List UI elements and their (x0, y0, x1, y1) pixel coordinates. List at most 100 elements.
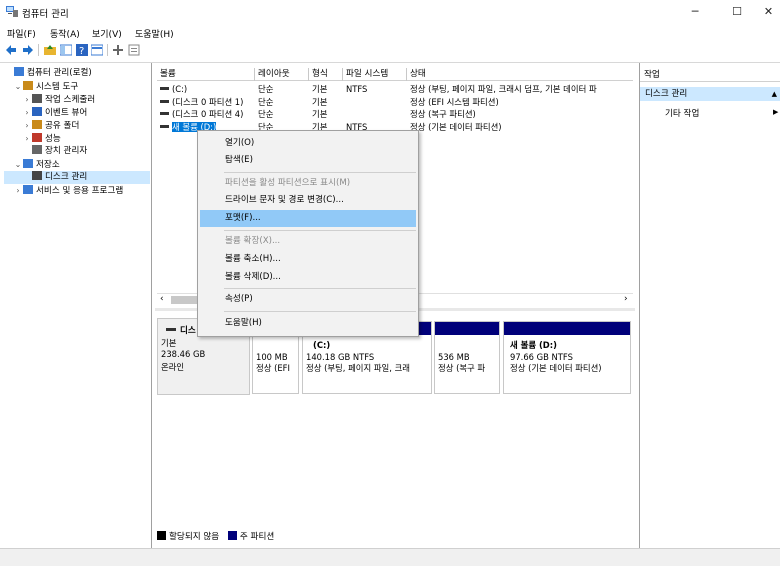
expand-chevron-icon[interactable]: › (22, 106, 32, 119)
column-header-volume[interactable]: 볼륨 (157, 68, 255, 81)
context-separator (224, 172, 416, 173)
volume-cell-layout: 단순 (258, 96, 274, 107)
partition-status: 정상 (EFI (256, 363, 290, 373)
primary-partition-bar (435, 322, 499, 335)
volume-cell-type: 기본 (312, 109, 328, 119)
tree-item-services-applications[interactable]: › 서비스 및 응용 프로그램 (4, 184, 150, 197)
tree-item-label: 컴퓨터 관리(로컬) (27, 68, 92, 78)
partition-status: 정상 (기본 데이터 파티션) (510, 363, 602, 373)
legend-unallocated: 할당되지 않음 (169, 532, 220, 542)
close-button[interactable]: ✕ (757, 0, 780, 24)
volume-cell-layout: 단순 (258, 84, 274, 94)
context-explore[interactable]: 탐색(E) (200, 152, 416, 169)
scroll-right-icon[interactable]: › (624, 294, 628, 304)
actions-more-actions[interactable]: 기타 작업 (665, 107, 699, 119)
disk-type: 기본 (161, 338, 177, 348)
column-header-file-system[interactable]: 파일 시스템 (343, 68, 407, 81)
task-scheduler-icon (32, 94, 42, 103)
computer-management-icon (14, 67, 24, 76)
context-change-drive-letter[interactable]: 드라이브 문자 및 경로 변경(C)... (200, 192, 416, 209)
expand-chevron-icon[interactable]: › (13, 184, 23, 197)
context-format[interactable]: 포맷(F)... (200, 210, 416, 227)
up-folder-icon[interactable] (44, 44, 56, 56)
expand-chevron-icon[interactable]: › (22, 93, 32, 106)
volume-context-menu: 열기(O) 탐색(E) 파티션을 활성 파티션으로 표시(M) 드라이브 문자 … (197, 130, 419, 337)
collapse-arrow-icon[interactable]: ▲ (772, 87, 777, 101)
volume-icon (160, 124, 169, 128)
volume-row[interactable]: (디스크 0 파티션 4) 단순 기본 정상 (복구 파티션) (157, 108, 633, 120)
collapse-chevron-icon[interactable]: ⌄ (13, 158, 23, 171)
expand-chevron-icon[interactable]: › (22, 119, 32, 132)
tree-item-label: 디스크 관리 (45, 172, 88, 182)
tree-item-label: 시스템 도구 (36, 82, 79, 92)
tree-item-device-manager[interactable]: 장치 관리자 (4, 145, 150, 158)
forward-arrow-icon[interactable] (22, 44, 34, 56)
partition-recovery[interactable]: 536 MB 정상 (복구 파 (434, 321, 500, 394)
menu-action[interactable]: 동작(A) (50, 27, 80, 40)
storage-icon (23, 159, 33, 168)
context-open[interactable]: 열기(O) (200, 135, 416, 152)
partition-d[interactable]: 새 볼륨 (D:) 97.66 GB NTFS 정상 (기본 데이터 파티션) (503, 321, 631, 394)
volume-icon (160, 112, 169, 115)
show-hide-console-tree-icon[interactable] (60, 44, 72, 56)
context-delete-volume[interactable]: 볼륨 삭제(D)... (200, 269, 416, 286)
tree-item-label: 저장소 (36, 160, 60, 170)
maximize-button[interactable]: ☐ (717, 0, 757, 24)
disk-management-icon (32, 171, 42, 180)
partition-size: 97.66 GB NTFS (510, 352, 573, 362)
context-separator (224, 230, 416, 231)
tree-item-computer-management[interactable]: 컴퓨터 관리(로컬) (4, 67, 150, 80)
disk-size: 238.46 GB (161, 349, 206, 359)
volume-row[interactable]: (디스크 0 파티션 1) 단순 기본 정상 (EFI 시스템 파티션) (157, 96, 633, 108)
context-properties[interactable]: 속성(P) (200, 291, 416, 308)
actions-section-disk-management[interactable]: 디스크 관리 ▲ (640, 87, 780, 101)
volume-row[interactable]: (C:) 단순 기본 NTFS 정상 (부팅, 페이지 파일, 크래시 덤프, 기본 데… (157, 83, 633, 95)
scroll-left-icon[interactable]: ‹ (160, 294, 164, 304)
menu-view[interactable]: 보기(V) (92, 27, 122, 40)
services-applications-icon (23, 185, 33, 194)
toolbar-separator (107, 44, 108, 56)
column-header-type[interactable]: 형식 (309, 68, 343, 81)
menu-file[interactable]: 파일(F) (7, 27, 36, 40)
volume-cell-status: 정상 (기본 데이터 파티션) (410, 121, 502, 132)
volume-cell-type: 기본 (312, 84, 328, 94)
back-arrow-icon[interactable] (5, 44, 17, 56)
partition-status: 정상 (복구 파 (438, 363, 486, 373)
svg-text:?: ? (79, 46, 84, 56)
volume-cell-name: (C:) (160, 83, 255, 95)
expand-chevron-icon[interactable]: › (22, 132, 32, 145)
tree-item-label: 공유 폴더 (45, 121, 80, 131)
tree-item-performance[interactable]: › 성능 (4, 132, 150, 145)
tree-item-task-scheduler[interactable]: › 작업 스케줄러 (4, 93, 150, 106)
collapse-chevron-icon[interactable]: ⌄ (13, 80, 23, 93)
menu-help[interactable]: 도움말(H) (135, 27, 174, 40)
context-mark-active: 파티션을 활성 파티션으로 표시(M) (225, 178, 351, 188)
performance-icon (32, 133, 42, 142)
more-actions-arrow-icon[interactable]: ▶ (773, 108, 778, 116)
tree-item-system-tools[interactable]: ⌄ 시스템 도구 (4, 80, 150, 93)
context-extend-volume: 볼륨 확장(X)... (225, 236, 281, 246)
disk-icon (166, 328, 176, 331)
tree-item-shared-folders[interactable]: › 공유 폴더 (4, 119, 150, 132)
volume-cell-layout: 단순 (258, 109, 274, 119)
properties-icon[interactable] (128, 44, 140, 56)
tree-item-label: 이벤트 뷰어 (45, 108, 88, 118)
volume-name: (디스크 0 파티션 1) (172, 96, 244, 107)
connect-icon[interactable] (112, 44, 124, 56)
minimize-button[interactable]: ─ (675, 0, 715, 24)
title-bar (0, 0, 780, 24)
context-shrink-volume[interactable]: 볼륨 축소(H)... (200, 251, 416, 268)
tree-item-disk-management[interactable]: 디스크 관리 (4, 171, 150, 184)
context-help[interactable]: 도움말(H) (200, 315, 416, 332)
column-header-layout[interactable]: 레이아웃 (255, 68, 309, 81)
tree-item-event-viewer[interactable]: › 이벤트 뷰어 (4, 106, 150, 119)
volume-name: (C:) (172, 84, 188, 94)
window-title: 컴퓨터 관리 (22, 9, 69, 20)
export-list-icon[interactable] (91, 44, 103, 56)
tree-item-storage[interactable]: ⌄ 저장소 (4, 158, 150, 171)
legend-primary: 주 파티션 (239, 532, 275, 542)
column-header-status[interactable]: 상태 (407, 68, 633, 81)
help-icon[interactable]: ? (76, 44, 88, 56)
primary-partition-bar (504, 322, 630, 335)
event-viewer-icon (32, 107, 42, 116)
